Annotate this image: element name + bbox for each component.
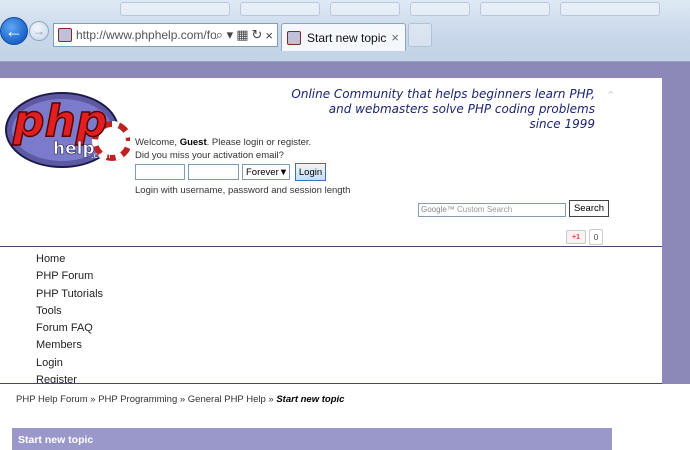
password-field[interactable] — [188, 164, 239, 180]
breadcrumb-current: Start new topic — [276, 394, 345, 405]
search-button[interactable]: Search — [569, 200, 609, 217]
plus-count: 0 — [589, 229, 603, 245]
active-tab[interactable]: Start new topic × — [281, 23, 406, 51]
google-plus-button[interactable]: +1 — [566, 230, 586, 244]
site-tagline: Online Community that helps beginners le… — [291, 87, 595, 132]
guest-name: Guest — [179, 137, 207, 148]
breadcrumb-separator: » — [87, 394, 99, 405]
username-field[interactable] — [135, 164, 185, 180]
ghost-tab — [240, 2, 320, 16]
breadcrumb-link[interactable]: PHP Programming — [98, 394, 177, 405]
start-topic-title: Start new topic — [18, 434, 94, 446]
login-button[interactable]: Login — [295, 163, 326, 181]
phphelp-logo-icon: php help .com — [5, 92, 132, 168]
google-logo-icon: Google™ — [421, 205, 455, 214]
ghost-tab — [330, 2, 400, 16]
breadcrumb-separator: » — [177, 394, 188, 405]
breadcrumb: PHP Help Forum » PHP Programming » Gener… — [16, 394, 344, 405]
site-logo[interactable]: php help .com — [5, 84, 132, 169]
tab-title: Start new topic — [307, 30, 387, 45]
ghost-tab — [410, 2, 470, 16]
tagline-line1: Online Community that helps beginners le… — [291, 87, 595, 101]
breadcrumb-link[interactable]: General PHP Help — [188, 394, 266, 405]
menu-item-tools[interactable]: Tools — [36, 303, 103, 320]
dropdown-arrow-icon: ▼ — [278, 166, 289, 178]
session-length-select[interactable]: Forever ▼ — [242, 164, 290, 180]
search-input[interactable]: Google™ Custom Search — [418, 203, 566, 217]
back-arrow-icon: ← — [5, 20, 23, 41]
session-length-value: Forever — [246, 166, 279, 178]
menu-item-login[interactable]: Login — [36, 355, 103, 372]
breadcrumb-link[interactable]: PHP Help Forum — [16, 394, 88, 405]
breadcrumb-separator: » — [265, 394, 277, 405]
tab-close-icon[interactable]: × — [391, 30, 399, 45]
tab-favicon-icon — [287, 30, 301, 45]
menu-item-php-forum[interactable]: PHP Forum — [36, 268, 103, 285]
start-topic-header: Start new topic — [12, 428, 612, 450]
activation-link[interactable]: Did you miss your activation email? — [135, 149, 311, 162]
search-dropdown-icon[interactable]: ⌕ ▾ — [216, 27, 233, 43]
login-form: Forever ▼ Login — [135, 163, 326, 181]
search-placeholder: Custom Search — [457, 205, 513, 214]
refresh-icon[interactable]: ↻ — [252, 27, 263, 43]
tagline-line3: since 1999 — [529, 117, 595, 131]
address-bar[interactable]: http://www.phphelp.com/fo ⌕ ▾ ▦ ↻ × — [53, 23, 278, 47]
stop-icon[interactable]: × — [265, 28, 273, 43]
forward-arrow-icon: → — [33, 24, 45, 38]
welcome-prefix: Welcome, — [135, 137, 180, 148]
login-hint: Login with username, password and sessio… — [135, 185, 351, 196]
logo-sub: help — [53, 139, 95, 159]
address-url[interactable]: http://www.phphelp.com/fo — [76, 28, 216, 42]
logo-com: .com — [91, 151, 111, 160]
menu-item-members[interactable]: Members — [36, 337, 103, 354]
main-menu: Home PHP Forum PHP Tutorials Tools Forum… — [0, 247, 662, 386]
welcome-suffix: . Please login or register. — [206, 137, 312, 148]
menu-item-php-tutorials[interactable]: PHP Tutorials — [36, 286, 103, 303]
compat-view-icon[interactable]: ▦ — [236, 27, 248, 43]
ghost-tab — [560, 2, 660, 16]
site-favicon-icon — [58, 28, 72, 42]
forward-button[interactable]: → — [29, 21, 49, 41]
menu-item-forum-faq[interactable]: Forum FAQ — [36, 320, 103, 337]
chevron-up-icon[interactable]: ⌃ — [606, 89, 615, 102]
back-button[interactable]: ← — [0, 17, 28, 45]
welcome-text: Welcome, Guest. Please login or register… — [135, 136, 311, 162]
menu-item-home[interactable]: Home — [36, 251, 103, 268]
ghost-tab — [480, 2, 550, 16]
new-tab-button[interactable] — [408, 23, 432, 47]
tagline-line2: and webmasters solve PHP coding problems — [328, 102, 595, 116]
address-tools: ⌕ ▾ ▦ ↻ × — [216, 27, 273, 43]
ghost-tab — [120, 2, 230, 16]
